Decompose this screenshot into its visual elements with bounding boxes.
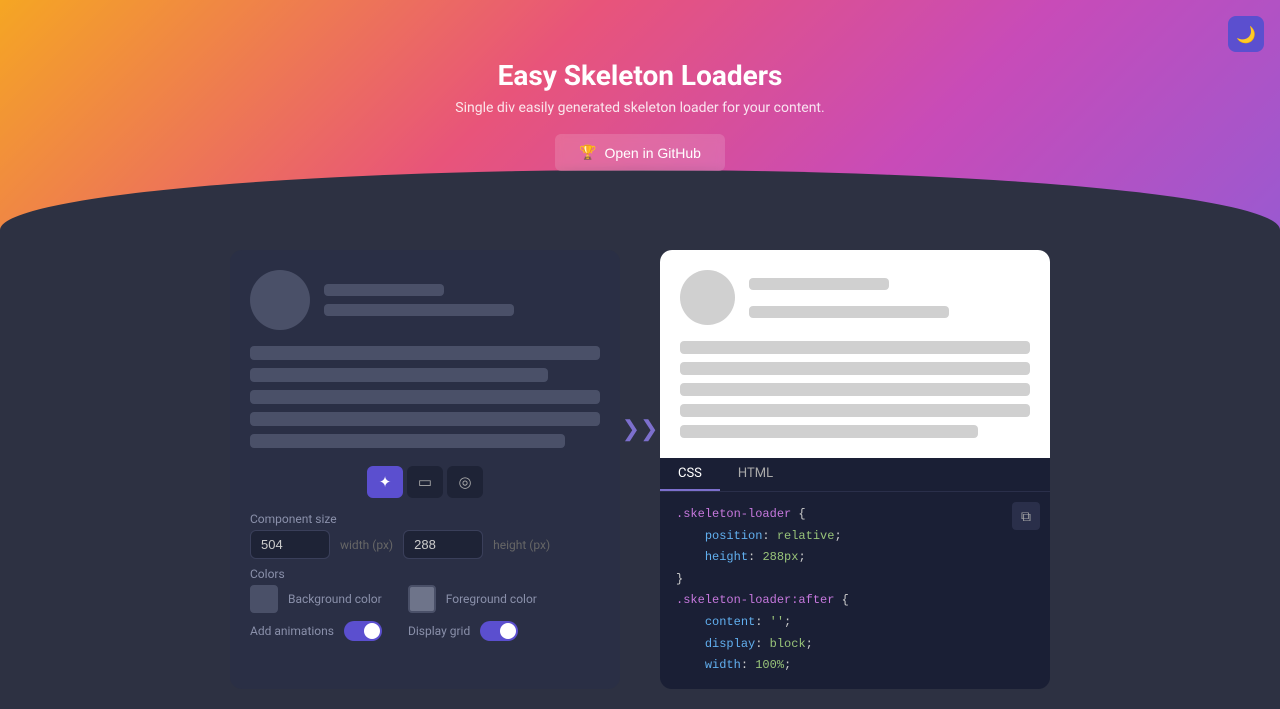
hero-subtitle: Single div easily generated skeleton loa… — [455, 100, 824, 116]
add-animations-toggle[interactable] — [344, 621, 382, 641]
github-button[interactable]: 🏆 Open in GitHub — [555, 134, 725, 171]
circle-view-button[interactable]: ◎ — [447, 466, 483, 498]
skeleton-body-line-5-light — [680, 425, 978, 438]
code-line-2: position: relative; — [676, 526, 1034, 548]
foreground-color-swatch[interactable] — [408, 585, 436, 613]
skeleton-body-line-1-light — [680, 341, 1030, 354]
skeleton-header-line-2 — [324, 304, 514, 316]
skeleton-preview-light — [660, 250, 1050, 458]
foreground-color-label: Foreground color — [446, 592, 537, 606]
background-color-label: Background color — [288, 592, 382, 606]
display-grid-toggle[interactable] — [480, 621, 518, 641]
dark-mode-toggle[interactable]: 🌙 — [1228, 16, 1264, 52]
skeleton-header-line-1 — [324, 284, 444, 296]
skeleton-header-line-2-light — [749, 306, 949, 318]
box-view-button[interactable]: ▭ — [407, 466, 443, 498]
skeleton-avatar — [250, 270, 310, 330]
trophy-icon: 🏆 — [579, 144, 596, 161]
skeleton-body-line-4 — [250, 412, 600, 426]
arrow-connector: ❯❯ — [620, 417, 660, 442]
html-tab[interactable]: HTML — [720, 458, 791, 491]
code-line-8: width: 100%; — [676, 655, 1034, 677]
skeleton-body-line-2-light — [680, 362, 1030, 375]
copy-button[interactable]: ⧉ — [1012, 502, 1040, 530]
hero-title: Easy Skeleton Loaders — [498, 59, 783, 92]
code-line-3: height: 288px; — [676, 547, 1034, 569]
skeleton-body-line-5 — [250, 434, 565, 448]
display-grid-label: Display grid — [408, 624, 470, 638]
magic-view-button[interactable]: ✦ — [367, 466, 403, 498]
skeleton-header-line-1-light — [749, 278, 889, 290]
code-panel: CSS HTML ⧉ .skeleton-loader { position: … — [660, 458, 1050, 689]
github-button-label: Open in GitHub — [604, 145, 701, 161]
skeleton-preview-dark — [250, 270, 600, 448]
code-line-1: .skeleton-loader { — [676, 504, 1034, 526]
add-animations-label: Add animations — [250, 624, 334, 638]
moon-icon: 🌙 — [1236, 25, 1256, 44]
code-line-4: } — [676, 569, 1034, 591]
arrow-icon: ❯❯ — [622, 417, 659, 442]
height-input[interactable] — [403, 530, 483, 559]
skeleton-body-line-3-light — [680, 383, 1030, 396]
skeleton-body-line-3 — [250, 390, 600, 404]
skeleton-body-line-2 — [250, 368, 548, 382]
background-color-swatch[interactable] — [250, 585, 278, 613]
hero-section: Easy Skeleton Loaders Single div easily … — [0, 0, 1280, 230]
width-input[interactable] — [250, 530, 330, 559]
component-size-label: Component size — [250, 512, 600, 526]
width-unit-label: width (px) — [340, 538, 393, 552]
skeleton-body-line-1 — [250, 346, 600, 360]
colors-label: Colors — [250, 567, 600, 581]
main-content: ✦ ▭ ◎ Component size width (px) height (… — [0, 230, 1280, 709]
skeleton-avatar-light — [680, 270, 735, 325]
css-tab[interactable]: CSS — [660, 458, 720, 491]
code-line-5: .skeleton-loader:after { — [676, 590, 1034, 612]
code-line-6: content: ''; — [676, 612, 1034, 634]
code-line-7: display: block; — [676, 634, 1034, 656]
height-unit-label: height (px) — [493, 538, 550, 552]
skeleton-body-line-4-light — [680, 404, 1030, 417]
left-panel: ✦ ▭ ◎ Component size width (px) height (… — [230, 250, 620, 689]
right-panel: CSS HTML ⧉ .skeleton-loader { position: … — [660, 250, 1050, 689]
